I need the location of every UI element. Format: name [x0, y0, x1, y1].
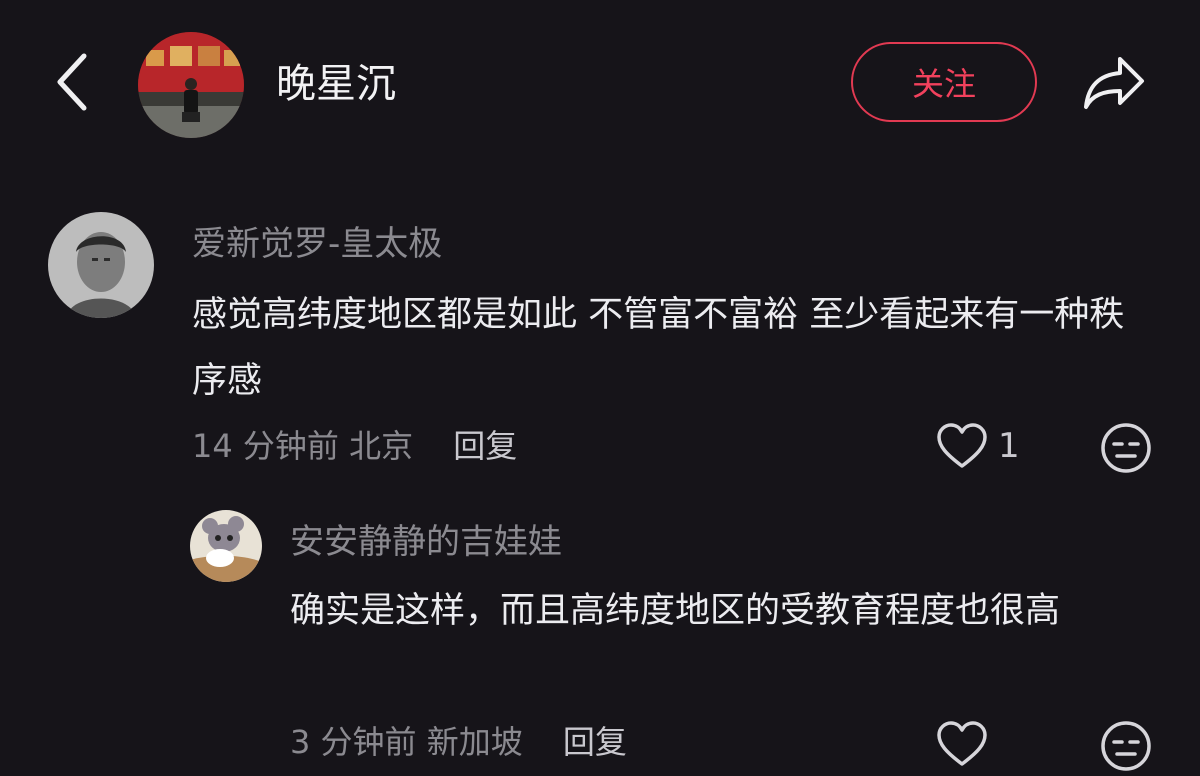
chevron-left-icon — [57, 53, 87, 111]
share-arrow-icon — [1084, 57, 1144, 109]
author-name[interactable]: 晚星沉 — [276, 58, 396, 110]
dislike-button[interactable] — [1100, 720, 1152, 772]
commenter-avatar[interactable] — [48, 212, 154, 318]
reply-avatar[interactable] — [190, 510, 262, 582]
reply-text: 确实是这样，而且高纬度地区的受教育程度也很高 — [290, 591, 1061, 631]
reply-button[interactable]: 回复 — [453, 427, 517, 465]
reply-button[interactable]: 回复 — [563, 723, 627, 761]
heart-outline-icon — [937, 423, 987, 468]
comment-text: 感觉高纬度地区都是如此 不管富不富裕 至少看起来有一种秩序感 — [192, 295, 1125, 401]
back-button[interactable] — [40, 50, 104, 114]
like-count: 1 — [998, 426, 1020, 466]
author-avatar[interactable] — [138, 32, 244, 138]
reply-meta: 3 分钟前 新加坡 回复 — [290, 716, 627, 768]
comment-meta: 14 分钟前 北京 回复 — [192, 420, 517, 472]
unamused-face-icon — [1101, 423, 1151, 473]
like-button[interactable]: 1 — [936, 420, 1020, 472]
like-button[interactable] — [936, 720, 988, 772]
follow-button[interactable]: 关注 — [851, 42, 1037, 122]
dislike-button[interactable] — [1100, 422, 1152, 474]
reply-location: 新加坡 — [426, 723, 523, 761]
comment-location: 北京 — [349, 427, 414, 465]
reply-author-name[interactable]: 安安静静的吉娃娃 — [290, 516, 562, 568]
unamused-face-icon — [1101, 721, 1151, 771]
share-button[interactable] — [1076, 48, 1152, 118]
comment-time: 14 分钟前 — [192, 427, 339, 465]
commenter-name[interactable]: 爱新觉罗-皇太极 — [192, 218, 442, 270]
reply-time: 3 分钟前 — [290, 723, 417, 761]
heart-outline-icon — [937, 721, 987, 766]
